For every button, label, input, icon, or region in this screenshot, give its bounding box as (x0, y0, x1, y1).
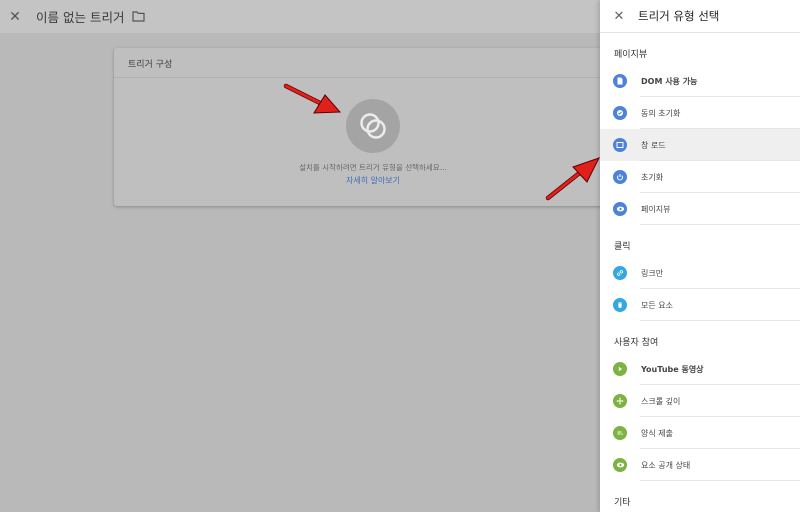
move-icon (613, 394, 627, 408)
item-label: 초기화 (641, 172, 664, 182)
folder-icon[interactable] (132, 7, 146, 26)
trigger-element-visibility[interactable]: 요소 공개 상태 (600, 449, 800, 481)
mouse-icon (613, 298, 627, 312)
trigger-config-card: 트리거 구성 설치를 시작하려면 트리거 유형을 선택하세요... 자세히 알아… (114, 48, 604, 206)
section-click: 클릭 (614, 242, 631, 252)
trigger-initialization[interactable]: 초기화 (600, 161, 800, 193)
window-icon (613, 138, 627, 152)
eye-icon (613, 202, 627, 216)
trigger-form-submission[interactable]: 양식 제출 (600, 417, 800, 449)
item-label: 링크만 (641, 268, 664, 278)
item-label: 스크롤 깊이 (641, 396, 681, 406)
trigger-youtube-video[interactable]: YouTube 동영상 (600, 353, 800, 385)
item-label: 요소 공개 상태 (641, 460, 691, 470)
trigger-type-panel: ✕ 트리거 유형 선택 페이지뷰 DOM 사용 가능 동의 초기화 창 로드 초… (600, 0, 800, 512)
power-icon (613, 170, 627, 184)
divider (640, 224, 800, 225)
divider (640, 320, 800, 321)
hint-text: 설치를 시작하려면 트리거 유형을 선택하세요... (299, 163, 447, 172)
trigger-name[interactable]: 이름 없는 트리거 (36, 7, 124, 26)
item-label: 동의 초기화 (641, 108, 681, 118)
item-label: YouTube 동영상 (641, 364, 704, 374)
section-pageview: 페이지뷰 (614, 50, 648, 60)
consent-icon (613, 106, 627, 120)
trigger-dom-ready[interactable]: DOM 사용 가능 (600, 65, 800, 97)
item-label: 페이지뷰 (641, 204, 671, 214)
card-title: 트리거 구성 (114, 48, 604, 78)
trigger-all-elements[interactable]: 모든 요소 (600, 289, 800, 321)
divider (640, 480, 800, 481)
section-user-engagement: 사용자 참여 (614, 338, 659, 348)
trigger-scroll-depth[interactable]: 스크롤 깊이 (600, 385, 800, 417)
learn-more-link[interactable]: 자세히 알아보기 (114, 175, 632, 186)
eye-icon (613, 458, 627, 472)
trigger-just-links[interactable]: 링크만 (600, 257, 800, 289)
form-icon (613, 426, 627, 440)
item-label: 모든 요소 (641, 300, 673, 310)
trigger-consent-init[interactable]: 동의 초기화 (600, 97, 800, 129)
item-label: 창 로드 (641, 140, 666, 150)
link-icon (613, 266, 627, 280)
section-other: 기타 (614, 498, 631, 508)
editor-topbar: ✕ 이름 없는 트리거 (0, 0, 600, 33)
document-icon (613, 74, 627, 88)
panel-header: ✕ 트리거 유형 선택 (600, 0, 800, 33)
item-label: 양식 제출 (641, 428, 673, 438)
close-icon[interactable]: ✕ (0, 9, 30, 25)
play-icon (613, 362, 627, 376)
panel-close-icon[interactable]: ✕ (600, 9, 638, 24)
panel-title: 트리거 유형 선택 (638, 9, 720, 23)
trigger-pageview[interactable]: 페이지뷰 (600, 193, 800, 225)
item-label: DOM 사용 가능 (641, 76, 698, 86)
trigger-placeholder-icon[interactable] (346, 99, 400, 153)
trigger-window-loaded[interactable]: 창 로드 (600, 129, 800, 161)
